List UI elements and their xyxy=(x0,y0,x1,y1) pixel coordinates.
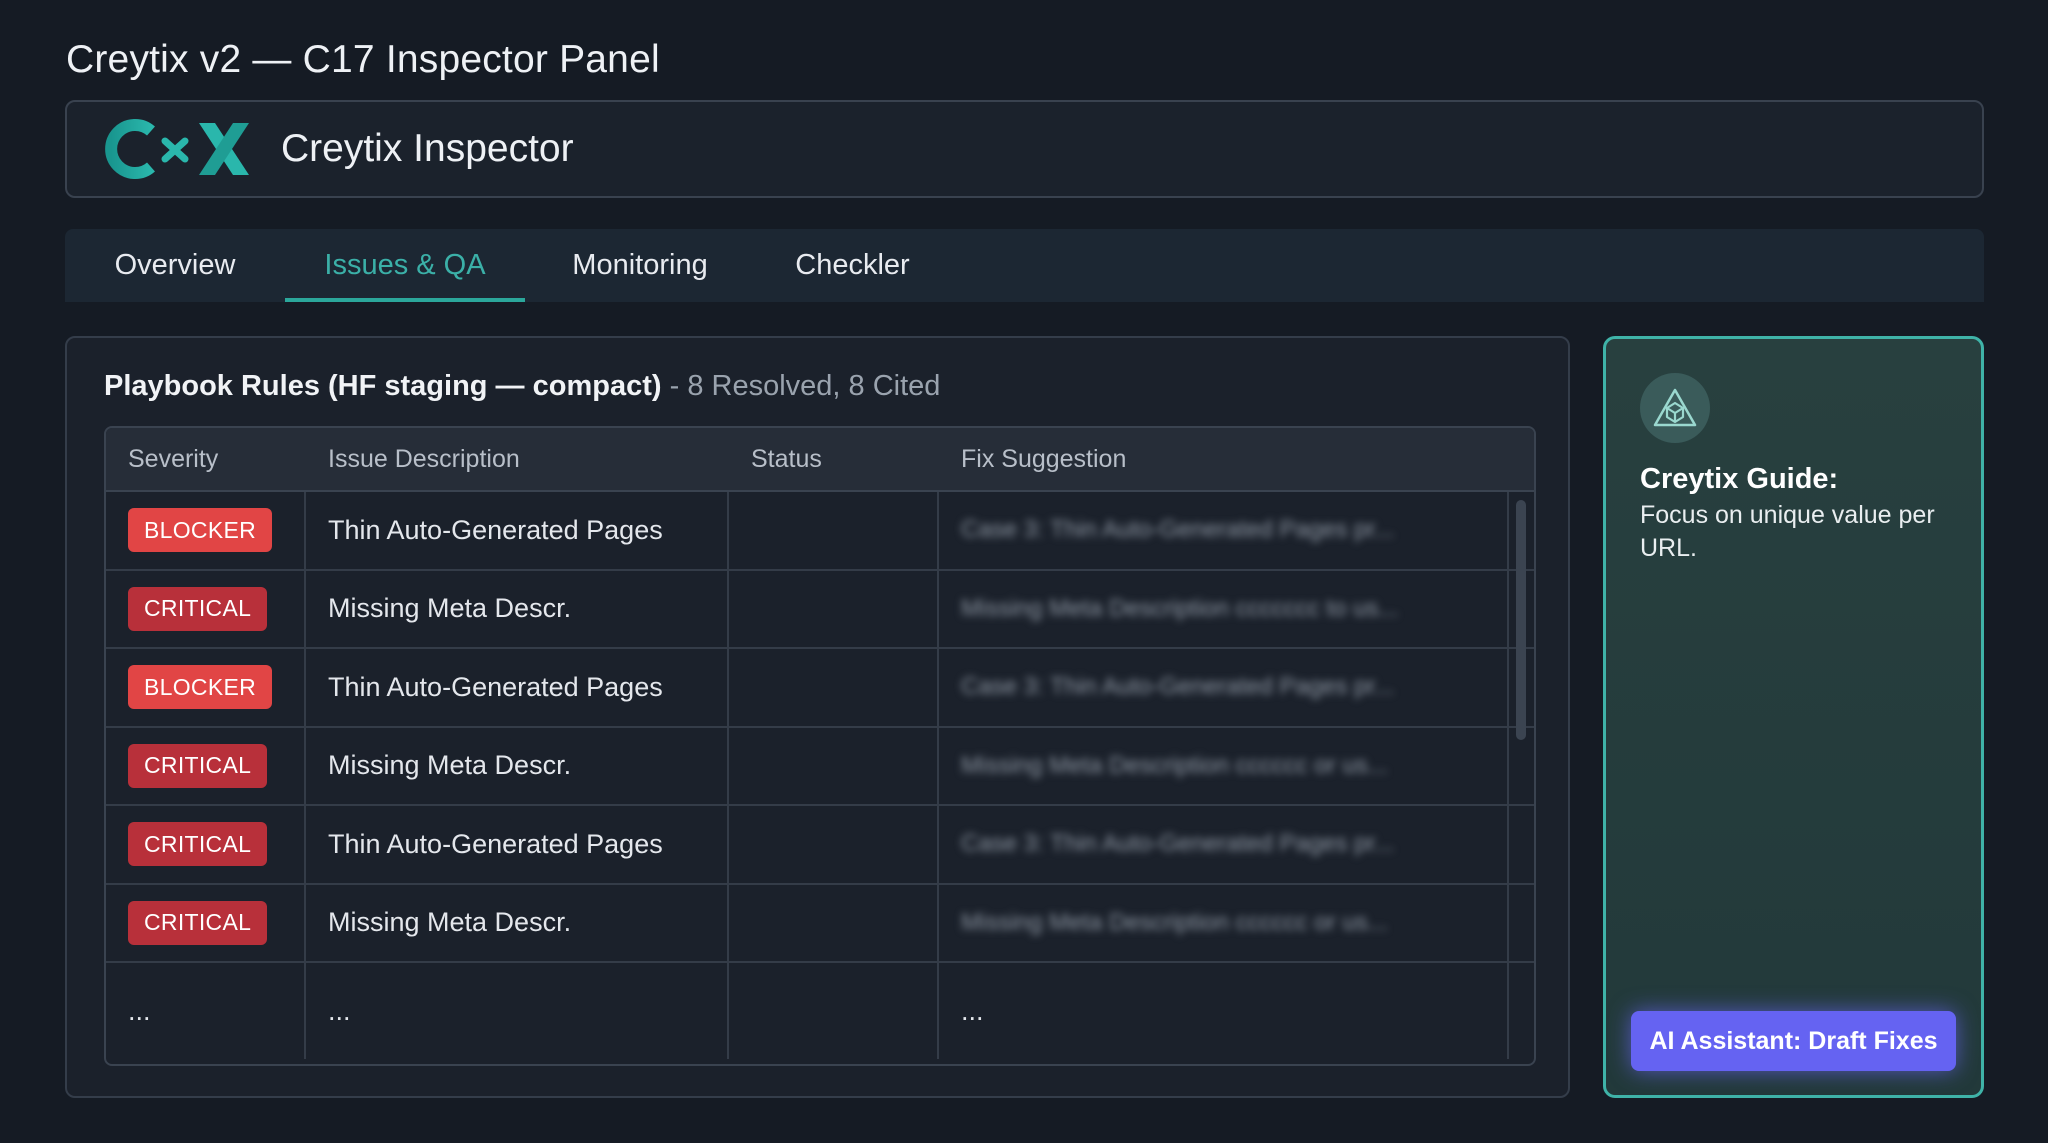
more-fix: ... xyxy=(939,963,1509,1059)
fix-suggestion: Missing Meta Description cccccc or us... xyxy=(961,751,1388,779)
issue-description: Thin Auto-Generated Pages xyxy=(306,649,729,726)
tab-bar: Overview Issues & QA Monitoring Checkler xyxy=(65,229,1984,302)
fix-suggestion: Missing Meta Description ccccccc to us..… xyxy=(961,594,1399,622)
tab-checkler[interactable]: Checkler xyxy=(755,229,950,302)
rules-separator: - xyxy=(669,370,680,402)
table-row[interactable]: CRITICAL Missing Meta Descr. Missing Met… xyxy=(106,570,1534,649)
fix-suggestion: Case 3: Thin Auto-Generated Pages pr... xyxy=(961,516,1395,544)
issue-description: Missing Meta Descr. xyxy=(306,570,729,647)
issue-status xyxy=(729,884,939,961)
playbook-rules-panel: Playbook Rules (HF staging — compact) - … xyxy=(65,336,1570,1098)
fix-suggestion: Missing Meta Description cccccc or us... xyxy=(961,908,1388,936)
issue-description: Thin Auto-Generated Pages xyxy=(306,492,729,569)
ai-assistant-draft-fixes-button[interactable]: AI Assistant: Draft Fixes xyxy=(1631,1011,1956,1071)
cxx-logo-icon xyxy=(105,119,249,179)
fix-suggestion: Case 3: Thin Auto-Generated Pages pr... xyxy=(961,673,1395,701)
fix-suggestion: Case 3: Thin Auto-Generated Pages pr... xyxy=(961,830,1395,858)
issue-status xyxy=(729,649,939,726)
severity-badge: BLOCKER xyxy=(128,665,273,710)
issue-status xyxy=(729,806,939,883)
column-header-status[interactable]: Status xyxy=(729,445,939,474)
issue-status xyxy=(729,727,939,804)
rules-title: Playbook Rules (HF staging — compact) xyxy=(104,370,662,402)
page-title: Creytix v2 — C17 Inspector Panel xyxy=(66,38,660,81)
rules-summary: 8 Resolved, 8 Cited xyxy=(687,370,941,402)
severity-badge: BLOCKER xyxy=(128,508,273,553)
brand-name: Creytix Inspector xyxy=(281,127,574,170)
scrollbar-thumb[interactable] xyxy=(1516,500,1526,740)
app-header: Creytix Inspector xyxy=(65,100,1984,198)
table-row-more[interactable]: ... ... ... xyxy=(106,963,1534,1059)
tab-overview[interactable]: Overview xyxy=(65,229,285,302)
severity-badge: CRITICAL xyxy=(128,822,268,867)
table-row[interactable]: CRITICAL Thin Auto-Generated Pages Case … xyxy=(106,806,1534,885)
severity-badge: CRITICAL xyxy=(128,900,268,945)
tab-monitoring[interactable]: Monitoring xyxy=(525,229,755,302)
issue-status xyxy=(729,492,939,569)
tab-issues-qa[interactable]: Issues & QA xyxy=(285,229,525,302)
guide-title: Creytix Guide: xyxy=(1640,463,1839,495)
issue-description: Missing Meta Descr. xyxy=(306,884,729,961)
column-header-fix[interactable]: Fix Suggestion xyxy=(939,445,1509,474)
guide-text: Focus on unique value per URL. xyxy=(1640,501,1935,562)
severity-badge: CRITICAL xyxy=(128,743,268,788)
more-description: ... xyxy=(306,963,729,1059)
table-header: Severity Issue Description Status Fix Su… xyxy=(106,428,1534,492)
triangle-cube-icon xyxy=(1640,373,1710,443)
column-header-severity[interactable]: Severity xyxy=(106,445,306,474)
rules-table: Severity Issue Description Status Fix Su… xyxy=(104,426,1536,1066)
table-row[interactable]: CRITICAL Missing Meta Descr. Missing Met… xyxy=(106,884,1534,963)
creytix-guide-panel: Creytix Guide: Focus on unique value per… xyxy=(1603,336,1984,1098)
issue-description: Missing Meta Descr. xyxy=(306,727,729,804)
severity-badge: CRITICAL xyxy=(128,586,268,631)
table-scrollbar[interactable] xyxy=(1516,494,1526,1064)
column-header-description[interactable]: Issue Description xyxy=(306,445,729,474)
rules-heading: Playbook Rules (HF staging — compact) - … xyxy=(104,370,940,403)
table-row[interactable]: BLOCKER Thin Auto-Generated Pages Case 3… xyxy=(106,492,1534,571)
issue-description: Thin Auto-Generated Pages xyxy=(306,806,729,883)
more-severity: ... xyxy=(106,963,306,1059)
issue-status xyxy=(729,570,939,647)
table-row[interactable]: CRITICAL Missing Meta Descr. Missing Met… xyxy=(106,727,1534,806)
table-row[interactable]: BLOCKER Thin Auto-Generated Pages Case 3… xyxy=(106,649,1534,728)
